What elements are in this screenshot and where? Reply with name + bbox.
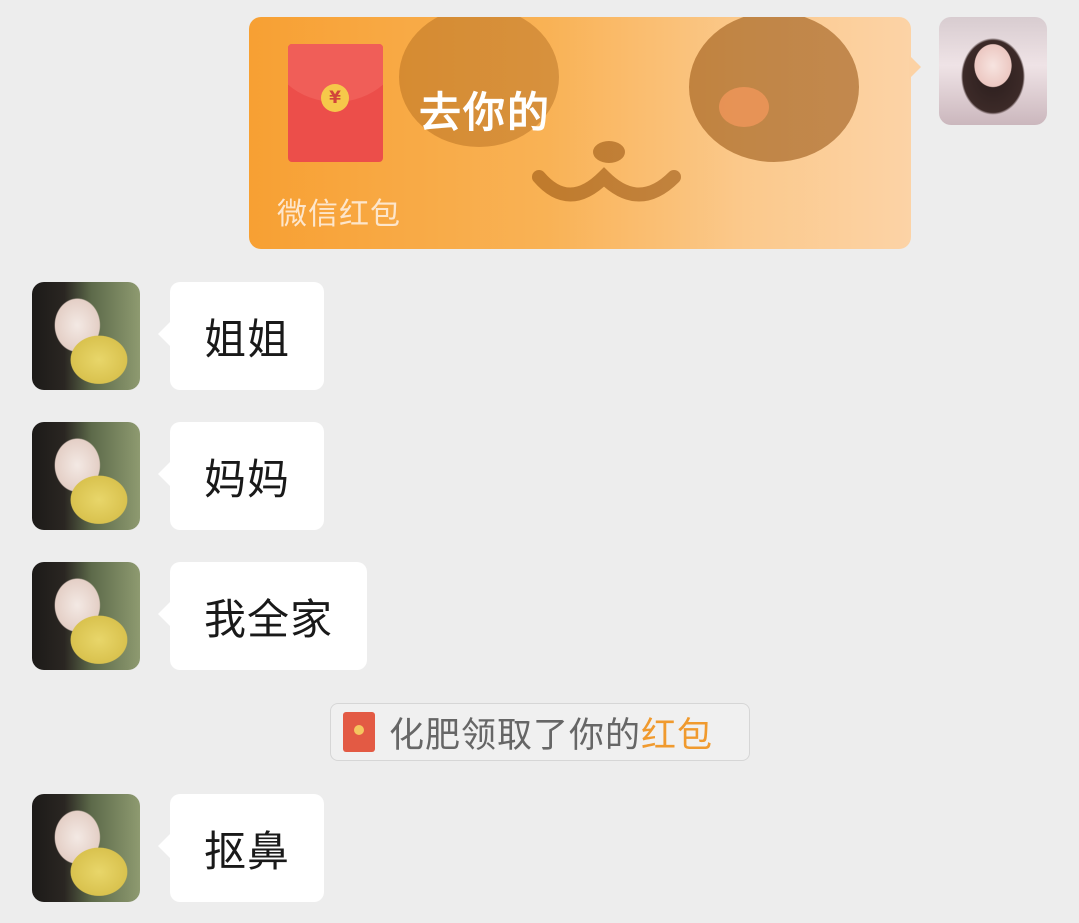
red-packet-link[interactable]: 红包 — [641, 707, 713, 758]
contact-avatar[interactable] — [32, 282, 140, 390]
contact-avatar[interactable] — [32, 794, 140, 902]
message-text: 姐姐 — [204, 314, 291, 364]
bubble-tail — [909, 55, 921, 79]
message-text: 妈妈 — [204, 454, 291, 504]
message-text: 抠鼻 — [204, 826, 291, 876]
self-avatar[interactable] — [939, 17, 1047, 125]
red-packet-claimed-notice: 化肥领取了你的 红包 — [330, 703, 750, 761]
notice-text: 化肥领取了你的 — [389, 715, 642, 756]
contact-avatar[interactable] — [32, 422, 140, 530]
message-bubble[interactable]: 姐姐 — [157, 282, 325, 390]
coin-icon: ¥ — [321, 84, 349, 112]
message-bubble[interactable]: 我全家 — [157, 562, 368, 670]
red-envelope-icon: ¥ — [288, 44, 383, 162]
red-packet-footer: 微信红包 — [277, 197, 401, 232]
message-bubble[interactable]: 妈妈 — [157, 422, 325, 530]
message-text: 我全家 — [204, 594, 334, 644]
contact-avatar[interactable] — [32, 562, 140, 670]
red-packet-bubble[interactable]: ¥ 去你的 微信红包 — [249, 17, 911, 249]
red-packet-icon — [343, 712, 375, 752]
message-bubble[interactable]: 抠鼻 — [157, 794, 325, 902]
red-packet-title: 去你的 — [419, 88, 552, 137]
